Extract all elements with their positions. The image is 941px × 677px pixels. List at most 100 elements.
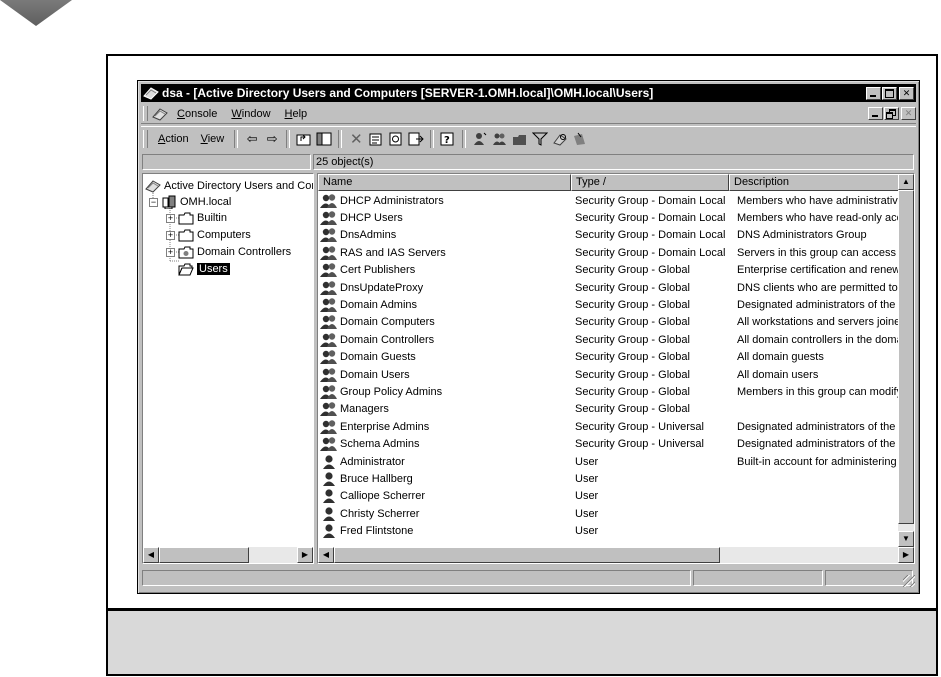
filter-icon[interactable] (530, 130, 550, 148)
column-header-description[interactable]: Description (729, 174, 914, 191)
cell-description: Members in this group can modify g (737, 385, 907, 398)
table-row[interactable]: Domain Admins Security Group - Global Desi… (318, 296, 914, 313)
row-name: DHCP Users (340, 212, 403, 225)
find-icon[interactable] (550, 130, 570, 148)
child-close-button[interactable]: ✕ (901, 107, 916, 120)
table-row[interactable]: RAS and IAS Servers Security Group - Doma… (318, 244, 914, 261)
menu-console[interactable]: Console (170, 108, 224, 120)
maximize-button[interactable] (882, 86, 897, 100)
tree-domain-label: OMH.local (180, 196, 232, 208)
row-name: DnsUpdateProxy (340, 281, 424, 294)
tree-hscrollbar[interactable]: ◀ ▶ (143, 547, 313, 563)
scroll-thumb[interactable] (898, 190, 914, 524)
table-row[interactable]: Calliope Scherrer User (318, 488, 914, 505)
expand-toggle-icon[interactable]: + (166, 230, 175, 240)
group-icon (320, 245, 338, 261)
view-menu[interactable]: View (195, 133, 231, 145)
cell-type: Security Group - Global (575, 368, 690, 381)
minimize-button[interactable] (866, 86, 881, 100)
tree-item-users[interactable]: Users (178, 261, 230, 277)
scroll-thumb[interactable] (159, 547, 249, 563)
table-row[interactable]: Domain Controllers Security Group - Globa… (318, 331, 914, 348)
refresh-icon[interactable] (386, 130, 406, 148)
table-row[interactable]: Enterprise Admins Security Group - Univer… (318, 418, 914, 435)
cell-type: Security Group - Global (575, 351, 690, 364)
tree-item-domain-controllers[interactable]: + Domain Controllers (166, 244, 291, 260)
table-row[interactable]: DHCP Administrators Security Group - Doma… (318, 192, 914, 209)
cell-type: Security Group - Global (575, 333, 690, 346)
new-group-icon[interactable] (490, 130, 510, 148)
user-icon (320, 488, 338, 504)
scroll-thumb[interactable] (334, 547, 720, 563)
table-row[interactable]: DHCP Users Security Group - Domain Local M… (318, 209, 914, 226)
table-row[interactable]: Administrator User Built-in account for ad… (318, 453, 914, 470)
scroll-left-icon[interactable]: ◀ (318, 547, 334, 563)
child-restore-button[interactable] (884, 107, 899, 120)
expand-toggle-icon[interactable]: + (166, 247, 175, 257)
row-name: Christy Scherrer (340, 507, 420, 520)
delete-icon[interactable]: ✕ (346, 130, 366, 148)
tree-pane[interactable]: Active Directory Users and Con − OMH.loc… (142, 173, 314, 564)
up-one-level-icon[interactable] (294, 130, 314, 148)
list-pane[interactable]: Name Type / Description DHCP Administrat… (317, 173, 915, 564)
table-row[interactable]: Domain Users Security Group - Global All d… (318, 366, 914, 383)
cell-description: DNS Administrators Group (737, 229, 867, 242)
column-header-name[interactable]: Name (318, 174, 571, 191)
add-to-group-icon[interactable] (570, 130, 590, 148)
export-list-icon[interactable] (406, 130, 426, 148)
scroll-up-icon[interactable]: ▲ (898, 174, 914, 190)
menu-help[interactable]: Help (278, 108, 315, 120)
table-row[interactable]: Fred Flintstone User (318, 522, 914, 539)
column-header-type[interactable]: Type / (571, 174, 729, 191)
cell-name: Christy Scherrer (318, 506, 571, 522)
collapse-toggle-icon[interactable]: − (149, 197, 158, 207)
child-minimize-button[interactable] (868, 107, 883, 120)
table-row[interactable]: Domain Guests Security Group - Global All … (318, 349, 914, 366)
forward-arrow-icon[interactable]: ⇨ (262, 130, 282, 148)
resize-grip-icon[interactable] (903, 575, 915, 587)
tree-root[interactable]: Active Directory Users and Con (145, 178, 313, 194)
description-bar: 25 object(s) (141, 154, 916, 171)
new-user-icon[interactable] (470, 130, 490, 148)
table-row[interactable]: Bruce Hallberg User (318, 470, 914, 487)
figure-frame: dsa - [Active Directory Users and Comput… (106, 54, 938, 676)
show-hide-tree-icon[interactable] (314, 130, 334, 148)
table-row[interactable]: Managers Security Group - Global (318, 401, 914, 418)
table-row[interactable]: Group Policy Admins Security Group - Glob… (318, 383, 914, 400)
table-row[interactable]: DnsAdmins Security Group - Domain Local DN… (318, 227, 914, 244)
action-menu[interactable]: Action (152, 133, 195, 145)
help-icon[interactable]: ? (438, 130, 458, 148)
table-row[interactable]: Schema Admins Security Group - Universal D… (318, 435, 914, 452)
tree-domain[interactable]: − OMH.local (149, 194, 231, 210)
row-name: DnsAdmins (340, 229, 397, 242)
title-bar[interactable]: dsa - [Active Directory Users and Comput… (141, 84, 916, 102)
close-button[interactable]: ✕ (899, 86, 914, 100)
tree-item-computers[interactable]: + Computers (166, 227, 251, 243)
group-icon (320, 332, 338, 348)
scroll-down-icon[interactable]: ▼ (898, 531, 914, 547)
table-row[interactable]: DnsUpdateProxy Security Group - Global DNS… (318, 279, 914, 296)
cell-name: Domain Users (318, 367, 571, 383)
folder-icon (178, 211, 194, 225)
cell-name: Domain Admins (318, 297, 571, 313)
group-icon (320, 384, 338, 400)
list-hscrollbar[interactable]: ◀ ▶ (318, 547, 914, 563)
back-arrow-icon[interactable]: ⇦ (242, 130, 262, 148)
tree-item-builtin[interactable]: + Builtin (166, 210, 227, 226)
cell-name: Calliope Scherrer (318, 488, 571, 504)
group-icon (320, 314, 338, 330)
list-vscrollbar[interactable]: ▲ ▼ (898, 174, 914, 547)
cell-name: Group Policy Admins (318, 384, 571, 400)
menu-window[interactable]: Window (224, 108, 277, 120)
properties-icon[interactable] (366, 130, 386, 148)
scroll-right-icon[interactable]: ▶ (297, 547, 313, 563)
scroll-right-icon[interactable]: ▶ (898, 547, 914, 563)
expand-toggle-icon[interactable]: + (166, 213, 175, 223)
scroll-left-icon[interactable]: ◀ (143, 547, 159, 563)
table-row[interactable]: Domain Computers Security Group - Global A… (318, 314, 914, 331)
table-row[interactable]: Christy Scherrer User (318, 505, 914, 522)
open-folder-icon (178, 262, 194, 276)
table-row[interactable]: Cert Publishers Security Group - Global En… (318, 262, 914, 279)
cell-type: Security Group - Global (575, 385, 690, 398)
new-ou-icon[interactable] (510, 130, 530, 148)
